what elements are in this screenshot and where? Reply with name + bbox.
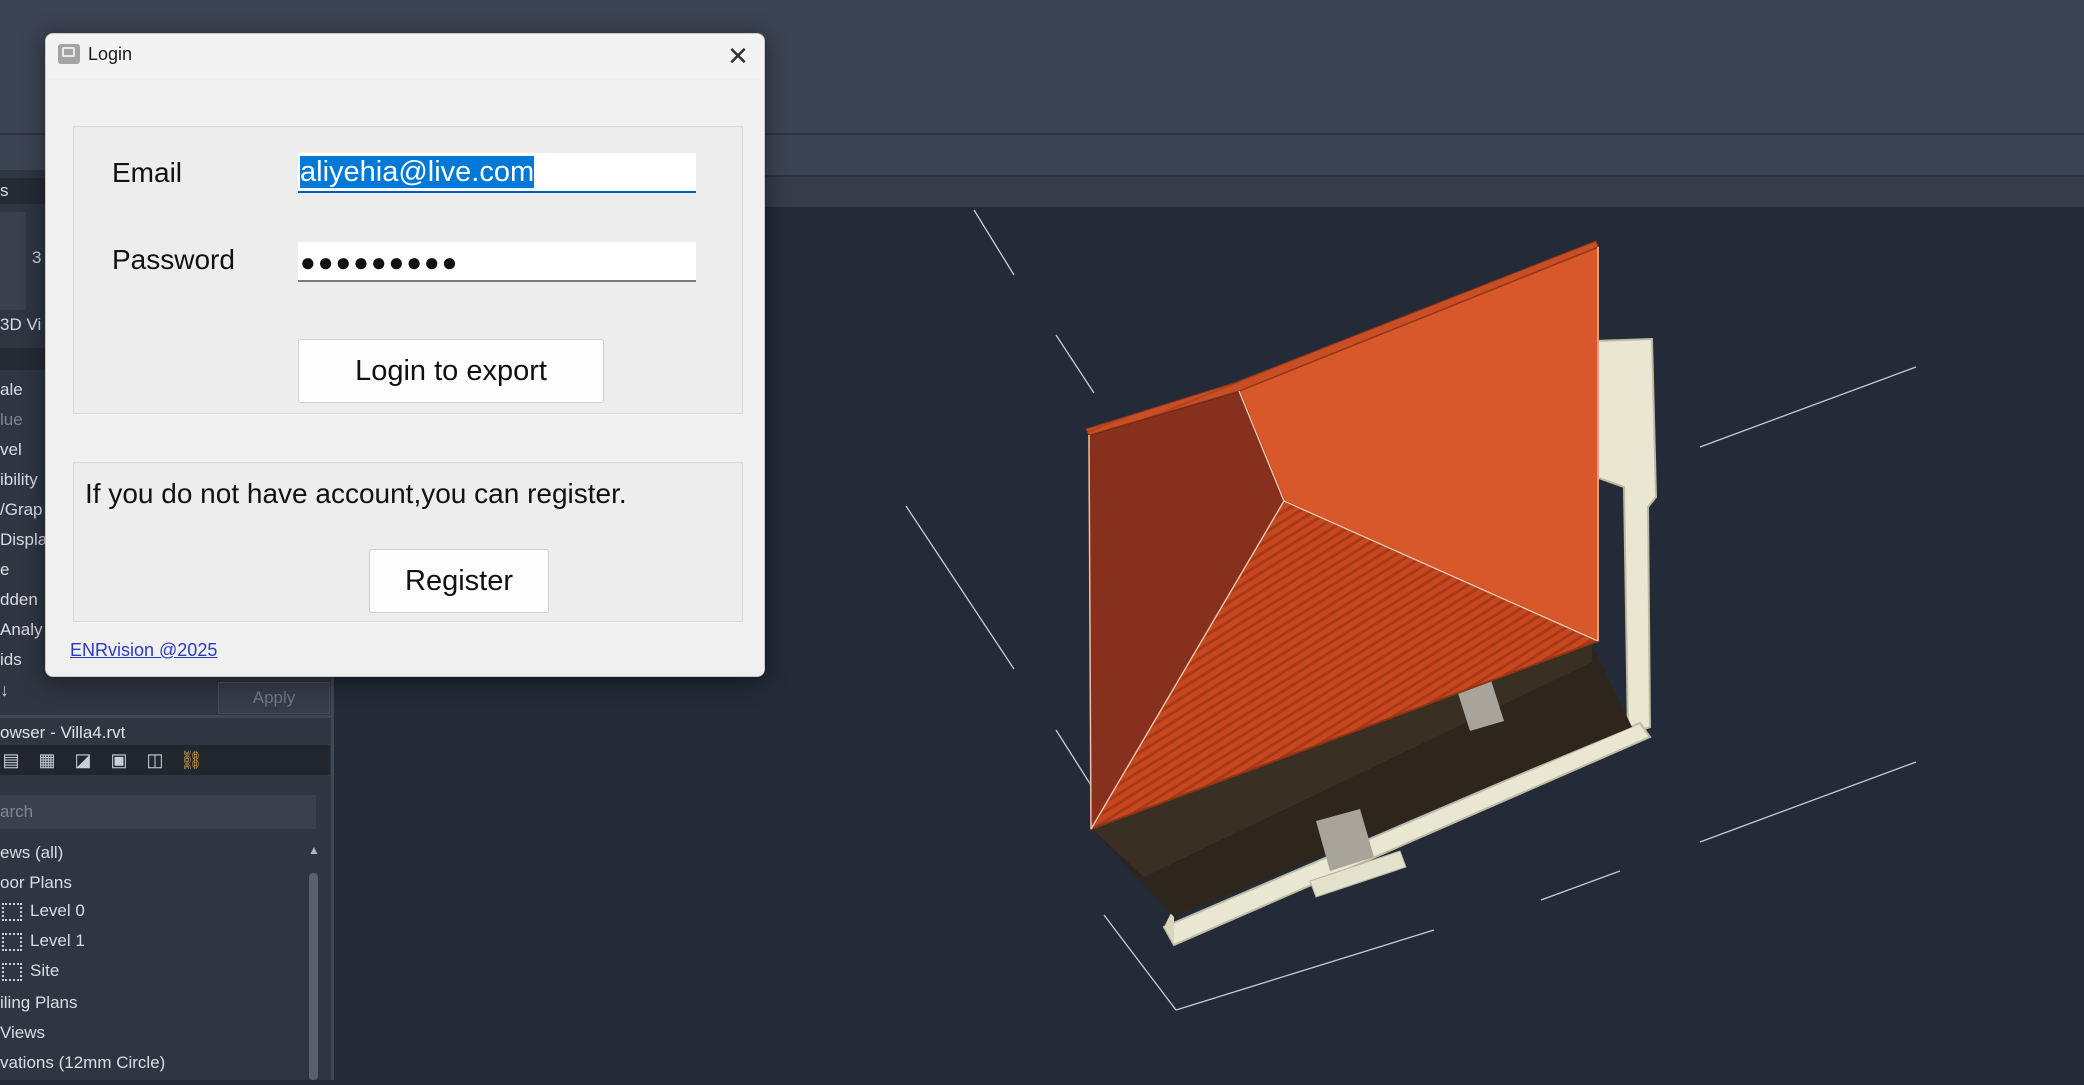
register-button[interactable]: Register <box>369 549 549 613</box>
family-icon[interactable]: ◪ <box>72 750 94 770</box>
schedule-icon[interactable]: ▦ <box>36 750 58 770</box>
property-row[interactable]: Analy <box>0 620 43 640</box>
browser-toolbar: ▤ ▦ ◪ ▣ ◫ ⛓ <box>0 745 330 775</box>
property-row[interactable]: lue <box>0 410 23 430</box>
panel-splitter <box>0 715 331 718</box>
password-field[interactable]: ●●●●●●●●● <box>298 242 696 282</box>
view-type-preview[interactable]: 3 <box>0 212 41 310</box>
tree-elevations[interactable]: vations (12mm Circle) <box>0 1053 165 1073</box>
enrvision-link[interactable]: ENRvision @2025 <box>70 640 217 661</box>
close-icon: ✕ <box>727 41 749 71</box>
view-type-label: 3D Vi <box>0 315 42 334</box>
tree-item-label: Level 1 <box>30 931 85 950</box>
floor-plan-icon <box>2 902 22 921</box>
dialog-titlebar[interactable]: Login ✕ <box>46 34 764 79</box>
property-row[interactable]: /Grap <box>0 500 43 520</box>
tree-item-level0[interactable]: Level 0 <box>0 901 85 921</box>
tree-item-site[interactable]: Site <box>0 961 59 981</box>
tree-ceiling-plans[interactable]: iling Plans <box>0 993 78 1013</box>
app-icon <box>58 44 80 64</box>
group-icon[interactable]: ◫ <box>144 750 166 770</box>
password-mask: ●●●●●●●●● <box>300 247 460 277</box>
properties-header-label: s <box>0 181 9 200</box>
scrollbar-thumb[interactable] <box>309 873 318 1080</box>
sort-icon[interactable]: ↓ <box>0 680 9 701</box>
tree-item-label: Site <box>30 961 60 980</box>
close-button[interactable]: ✕ <box>718 38 758 74</box>
login-dialog: Login ✕ Email aliyehia@live.com Password… <box>45 33 765 677</box>
link-icon[interactable]: ⛓ <box>180 750 203 770</box>
property-row[interactable]: vel <box>0 440 22 460</box>
password-label: Password <box>112 244 235 275</box>
email-field[interactable]: aliyehia@live.com <box>298 153 696 193</box>
tree-3d-views[interactable]: Views <box>0 1023 45 1043</box>
tree-item-level1[interactable]: Level 1 <box>0 931 85 951</box>
project-browser-title: owser - Villa4.rvt <box>0 723 126 742</box>
property-row[interactable]: dden <box>0 590 38 610</box>
email-label: Email <box>112 157 183 188</box>
property-row[interactable]: ids <box>0 650 22 670</box>
tree-floor-plans[interactable]: oor Plans <box>0 873 72 893</box>
browser-organization-icon[interactable]: ▤ <box>0 750 22 770</box>
sheet-icon[interactable]: ▣ <box>108 750 130 770</box>
login-to-export-button[interactable]: Login to export <box>298 339 604 403</box>
property-row[interactable]: ale <box>0 380 23 400</box>
chevron-up-icon[interactable]: ▲ <box>306 842 322 858</box>
sort-icon-glyph: ↓ <box>0 680 9 700</box>
tree-views-all[interactable]: ews (all) <box>0 843 63 863</box>
view-card-number: 3 <box>32 248 42 267</box>
apply-button[interactable]: Apply <box>218 682 330 714</box>
register-prompt: If you do not have account,you can regis… <box>85 478 627 509</box>
floor-plan-icon <box>2 962 22 981</box>
property-row[interactable]: ibility <box>0 470 38 490</box>
login-group: Email aliyehia@live.com Password ●●●●●●●… <box>73 126 743 414</box>
email-value: aliyehia@live.com <box>300 156 535 188</box>
search-placeholder: arch <box>0 802 34 821</box>
browser-search-input[interactable]: arch <box>0 795 316 829</box>
tree-item-label: Level 0 <box>30 901 85 920</box>
floor-plan-icon <box>2 932 22 951</box>
property-row[interactable]: Displa <box>0 530 47 550</box>
register-group: If you do not have account,you can regis… <box>73 462 743 622</box>
property-row[interactable]: e <box>0 560 9 580</box>
dialog-title: Login <box>88 44 133 64</box>
